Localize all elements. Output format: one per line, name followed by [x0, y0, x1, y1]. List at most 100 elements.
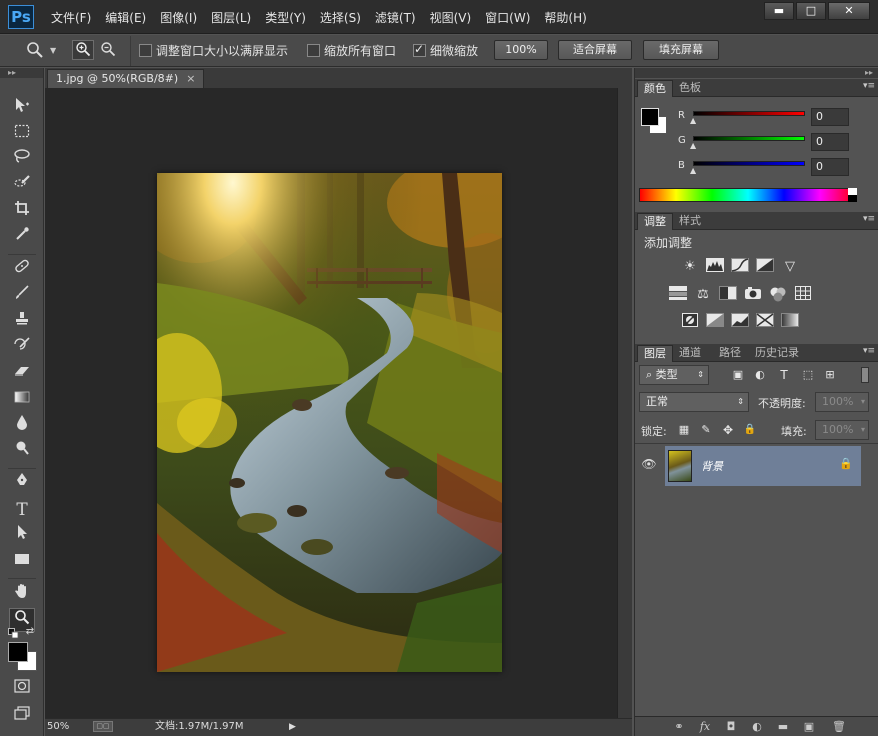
- blur-tool-icon[interactable]: [9, 414, 35, 438]
- foreground-color-swatch[interactable]: [8, 642, 28, 662]
- lock-transparent-icon[interactable]: ▦: [675, 421, 693, 439]
- fill-input[interactable]: 100% ▾: [815, 420, 869, 440]
- new-adjustment-layer-icon[interactable]: ◐: [749, 719, 765, 735]
- panel-menu-icon[interactable]: ▾≡: [863, 81, 875, 91]
- scrubby-zoom-checkbox[interactable]: [413, 42, 426, 57]
- zoom-out-icon[interactable]: [97, 40, 119, 60]
- layer-visibility-eye-icon[interactable]: 👁: [641, 457, 657, 473]
- layer-filter-select[interactable]: ⌕ 类型 ⇕: [639, 365, 709, 385]
- zoom-100-button[interactable]: 100%: [494, 40, 548, 60]
- default-colors-icon[interactable]: [7, 628, 19, 640]
- delete-layer-icon[interactable]: 🗑: [831, 719, 847, 735]
- invert-icon[interactable]: [681, 313, 699, 331]
- hue-saturation-icon[interactable]: [669, 286, 687, 304]
- new-layer-icon[interactable]: ▣: [801, 719, 817, 735]
- blue-slider[interactable]: [693, 161, 805, 166]
- link-layers-icon[interactable]: ⚭: [671, 719, 687, 735]
- minimize-button[interactable]: ▬: [764, 2, 794, 20]
- resize-windows-checkbox[interactable]: [139, 44, 152, 57]
- red-slider-thumb-icon[interactable]: ▲: [690, 116, 696, 125]
- zoom-tool-preset-icon[interactable]: [24, 40, 46, 60]
- menu-select[interactable]: 选择(S): [315, 10, 366, 28]
- vibrance-icon[interactable]: ▽: [781, 258, 799, 276]
- close-tab-icon[interactable]: ×: [186, 72, 195, 85]
- document-canvas-image[interactable]: [157, 173, 502, 672]
- zoom-all-windows-checkbox[interactable]: [307, 44, 320, 57]
- lock-image-icon[interactable]: ✎: [697, 421, 715, 439]
- menu-help[interactable]: 帮助(H): [539, 10, 591, 28]
- brightness-contrast-icon[interactable]: ☀: [681, 258, 699, 276]
- maximize-button[interactable]: □: [796, 2, 826, 20]
- panel-menu-icon[interactable]: ▾≡: [863, 214, 875, 224]
- resize-windows-option[interactable]: 调整窗口大小以满屏显示: [139, 42, 288, 63]
- menu-file[interactable]: 文件(F): [46, 10, 96, 28]
- rectangle-tool-icon[interactable]: [9, 550, 35, 574]
- menu-window[interactable]: 窗口(W): [480, 10, 535, 28]
- pen-tool-icon[interactable]: [9, 472, 35, 496]
- tab-channels[interactable]: 通道: [673, 345, 707, 362]
- green-slider[interactable]: [693, 136, 805, 141]
- filter-pixel-icon[interactable]: ▣: [729, 366, 747, 384]
- filter-toggle[interactable]: [861, 367, 869, 383]
- blue-slider-thumb-icon[interactable]: ▲: [690, 166, 696, 175]
- path-selection-tool-icon[interactable]: [9, 524, 35, 548]
- zoom-all-windows-option[interactable]: 缩放所有窗口: [307, 42, 396, 63]
- menu-edit[interactable]: 编辑(E): [100, 10, 151, 28]
- color-lookup-icon[interactable]: [794, 286, 812, 304]
- quick-selection-tool-icon[interactable]: [9, 174, 35, 198]
- gradient-tool-icon[interactable]: [9, 388, 35, 412]
- status-preview-icon[interactable]: ▢▢: [93, 721, 113, 732]
- close-button[interactable]: ✕: [828, 2, 870, 20]
- eyedropper-tool-icon[interactable]: [9, 226, 35, 250]
- green-slider-thumb-icon[interactable]: ▲: [690, 141, 696, 150]
- layer-name[interactable]: 背景: [701, 458, 723, 474]
- healing-brush-tool-icon[interactable]: [9, 258, 35, 282]
- tools-collapse-icon[interactable]: ▸▸: [0, 68, 43, 78]
- tab-color[interactable]: 颜色: [637, 80, 673, 97]
- marquee-tool-icon[interactable]: [9, 122, 35, 146]
- fill-screen-button[interactable]: 填充屏幕: [643, 40, 719, 60]
- curves-icon[interactable]: [731, 258, 749, 276]
- lasso-tool-icon[interactable]: [9, 148, 35, 172]
- fit-screen-button[interactable]: 适合屏幕: [558, 40, 632, 60]
- red-value-input[interactable]: 0: [811, 108, 849, 126]
- gradient-map-icon[interactable]: [781, 313, 799, 331]
- color-spectrum-bar[interactable]: [639, 188, 857, 202]
- tab-adjustments[interactable]: 调整: [637, 213, 673, 230]
- tab-styles[interactable]: 样式: [673, 213, 707, 230]
- menu-view[interactable]: 视图(V): [425, 10, 477, 28]
- color-balance-icon[interactable]: ⚖: [694, 286, 712, 304]
- channel-mixer-icon[interactable]: [769, 286, 787, 304]
- preset-dropdown-icon[interactable]: ▼: [50, 46, 56, 67]
- status-menu-arrow-icon[interactable]: ▶: [289, 719, 296, 735]
- panel-menu-icon[interactable]: ▾≡: [863, 346, 875, 356]
- menu-layer[interactable]: 图层(L): [206, 10, 256, 28]
- blend-mode-select[interactable]: 正常 ⇕: [639, 392, 749, 412]
- tab-swatches[interactable]: 色板: [673, 80, 707, 97]
- vertical-scrollbar[interactable]: [617, 88, 632, 718]
- blue-value-input[interactable]: 0: [811, 158, 849, 176]
- spectrum-black-swatch[interactable]: [848, 195, 857, 202]
- lock-position-icon[interactable]: ✥: [719, 421, 737, 439]
- panels-collapse-icon[interactable]: ▸▸: [635, 68, 878, 78]
- levels-icon[interactable]: [706, 258, 724, 276]
- move-tool-icon[interactable]: [9, 96, 35, 120]
- type-tool-icon[interactable]: T: [9, 498, 35, 522]
- red-slider[interactable]: [693, 111, 805, 116]
- hand-tool-icon[interactable]: [9, 582, 35, 606]
- filter-smart-object-icon[interactable]: ⊞: [821, 366, 839, 384]
- screen-mode-icon[interactable]: [9, 704, 35, 728]
- layer-style-icon[interactable]: fx: [697, 719, 713, 735]
- layer-row[interactable]: 背景 🔒: [665, 446, 861, 486]
- filter-type-icon[interactable]: T: [775, 366, 793, 384]
- lock-all-icon[interactable]: 🔒: [741, 421, 759, 439]
- tab-layers[interactable]: 图层: [637, 345, 673, 362]
- crop-tool-icon[interactable]: [9, 200, 35, 224]
- zoom-level[interactable]: 50%: [47, 719, 69, 735]
- canvas-background[interactable]: [45, 88, 617, 718]
- new-group-icon[interactable]: ▬: [775, 719, 791, 735]
- menu-type[interactable]: 类型(Y): [260, 10, 311, 28]
- black-white-icon[interactable]: [719, 286, 737, 304]
- eraser-tool-icon[interactable]: [9, 362, 35, 386]
- opacity-input[interactable]: 100% ▾: [815, 392, 869, 412]
